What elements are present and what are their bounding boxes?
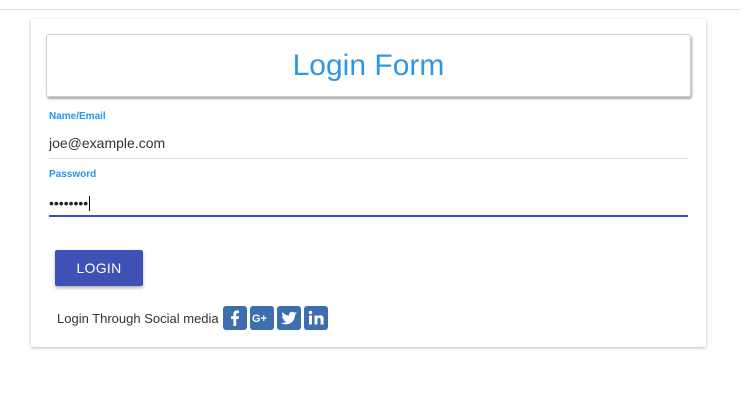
email-label: Name/Email bbox=[49, 111, 106, 122]
twitter-icon[interactable] bbox=[276, 306, 301, 330]
social-login-text: Login Through Social media bbox=[57, 310, 219, 326]
password-field[interactable]: •••••••• bbox=[49, 195, 91, 211]
text-caret bbox=[89, 196, 91, 211]
top-divider bbox=[0, 9, 741, 10]
facebook-icon[interactable] bbox=[222, 306, 247, 330]
email-field[interactable] bbox=[49, 135, 687, 151]
password-underline bbox=[49, 215, 688, 217]
svg-text:G+: G+ bbox=[252, 313, 267, 325]
page-title: Login Form bbox=[292, 48, 445, 82]
login-card: Login Form Name/Email Password •••••••• … bbox=[31, 19, 706, 347]
password-value: •••••••• bbox=[49, 195, 89, 211]
google-plus-icon[interactable]: G+ bbox=[249, 306, 274, 330]
title-box: Login Form bbox=[46, 34, 691, 97]
linkedin-icon[interactable] bbox=[303, 306, 328, 330]
login-button[interactable]: LOGIN bbox=[55, 250, 143, 286]
social-login-row: Login Through Social media G+ bbox=[57, 306, 331, 330]
password-label: Password bbox=[49, 169, 97, 180]
email-underline bbox=[49, 158, 688, 159]
